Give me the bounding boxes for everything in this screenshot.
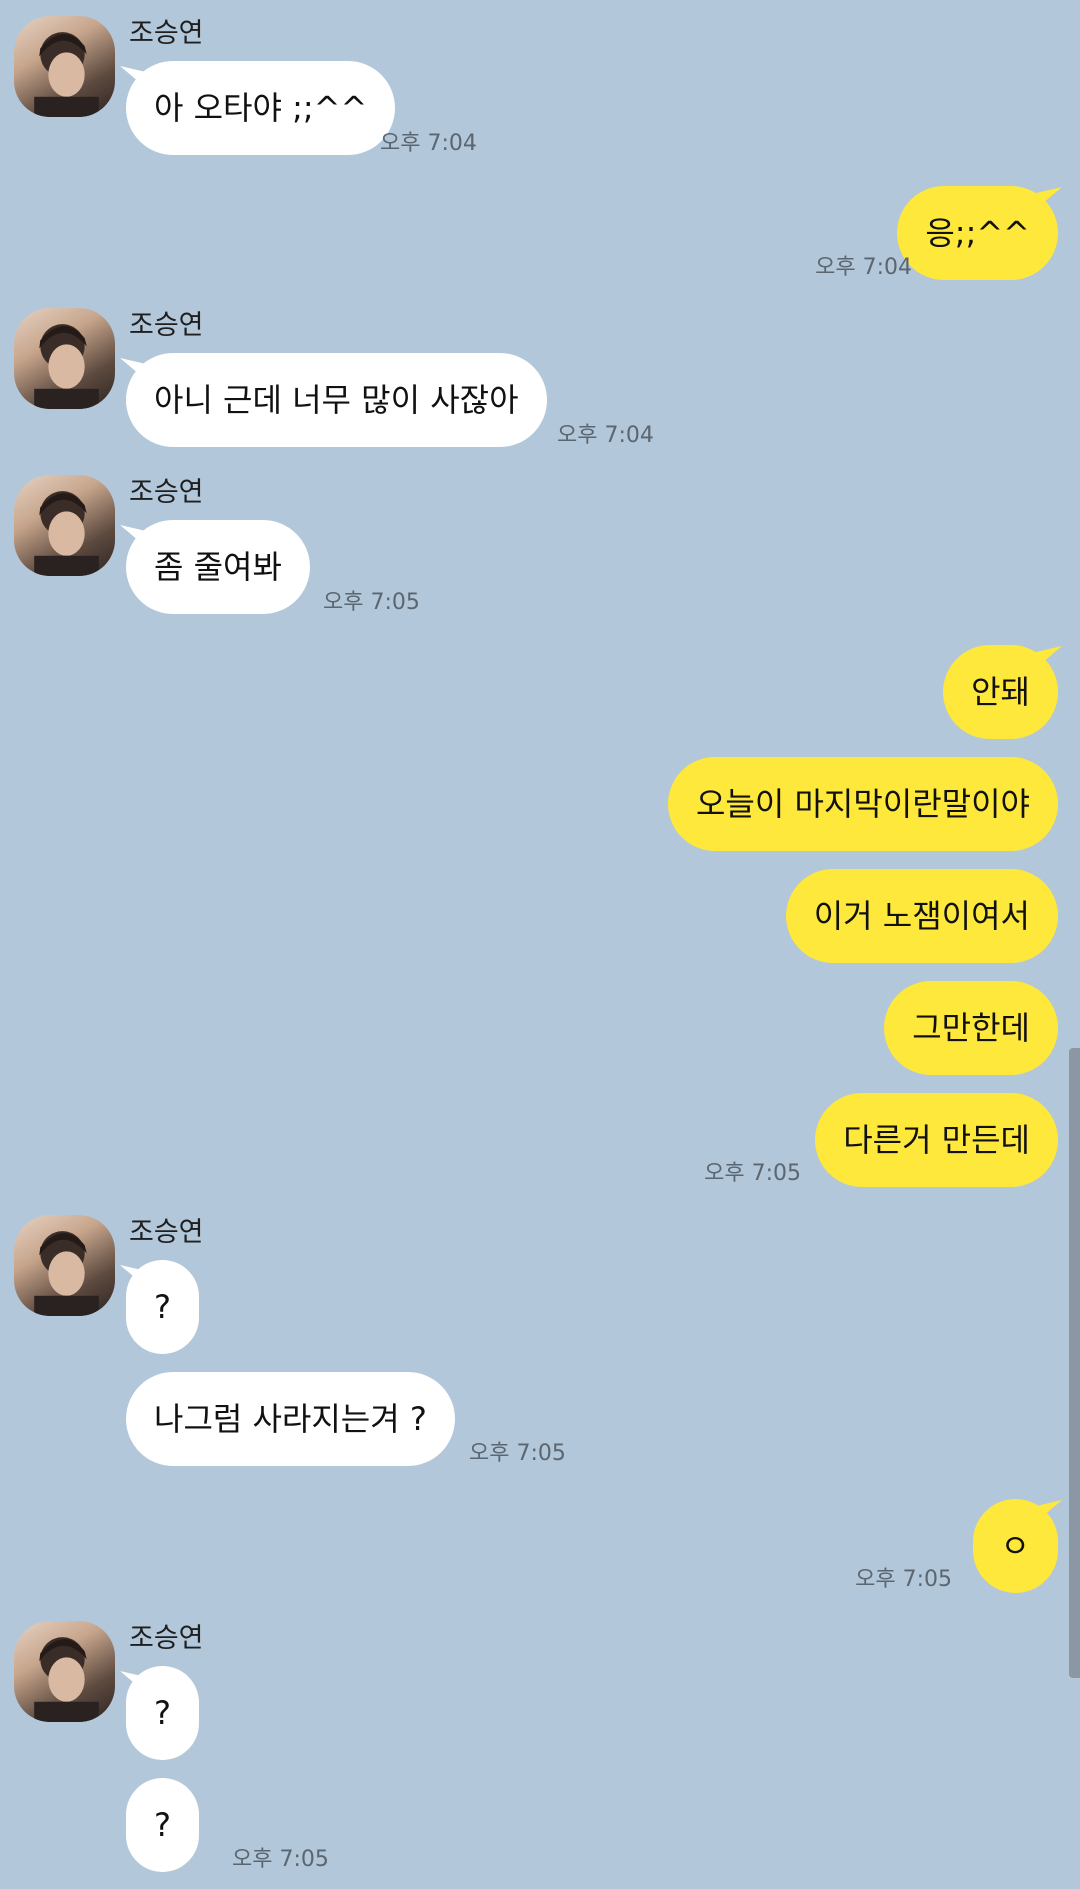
outgoing-message-bubble[interactable]: 이거 노잼이여서 [785, 869, 1058, 963]
sender-name: 조승연 [129, 1217, 204, 1248]
message-timestamp: 오후 7:05 [704, 1161, 801, 1186]
incoming-message-bubble[interactable]: ? [126, 1778, 199, 1872]
message-timestamp: 오후 7:04 [815, 255, 912, 280]
contact-avatar-icon[interactable] [14, 1621, 115, 1722]
incoming-message-bubble[interactable]: 나그럼 사라지는겨 ? [126, 1372, 455, 1466]
chat-message-list[interactable]: 조승연 아 오타야 ;;^^ 오후 7:04 응;;^^ 오후 7:04 조승연… [0, 0, 1080, 1889]
contact-avatar-icon[interactable] [14, 475, 115, 576]
incoming-message-bubble[interactable]: 아니 근데 너무 많이 사잖아 [126, 353, 547, 447]
incoming-message-bubble[interactable]: 아 오타야 ;;^^ [126, 61, 396, 155]
outgoing-message-bubble[interactable]: 그만한데 [884, 981, 1058, 1075]
message-timestamp: 오후 7:05 [855, 1567, 952, 1592]
sender-name: 조승연 [129, 310, 204, 341]
incoming-message-bubble[interactable]: 좀 줄여봐 [126, 520, 310, 614]
outgoing-message-bubble[interactable]: 안돼 [943, 645, 1058, 739]
outgoing-message-bubble[interactable]: 오늘이 마지막이란말이야 [667, 757, 1058, 851]
contact-avatar-icon[interactable] [14, 16, 115, 117]
contact-avatar-icon[interactable] [14, 1215, 115, 1316]
sender-name: 조승연 [129, 477, 204, 508]
contact-avatar-icon[interactable] [14, 308, 115, 409]
scrollbar[interactable] [1069, 1048, 1080, 1678]
incoming-message-bubble[interactable]: ? [126, 1666, 199, 1760]
outgoing-message-bubble[interactable]: 응;;^^ [897, 186, 1058, 280]
message-timestamp: 오후 7:04 [557, 423, 654, 448]
sender-name: 조승연 [129, 1623, 204, 1654]
message-timestamp: 오후 7:04 [380, 131, 477, 156]
outgoing-message-bubble[interactable]: ㅇ [972, 1499, 1058, 1593]
incoming-message-bubble[interactable]: ? [126, 1260, 199, 1354]
sender-name: 조승연 [129, 18, 204, 49]
message-timestamp: 오후 7:05 [323, 590, 420, 615]
message-timestamp: 오후 7:05 [469, 1441, 566, 1466]
message-timestamp: 오후 7:05 [232, 1847, 329, 1872]
outgoing-message-bubble[interactable]: 다른거 만든데 [815, 1093, 1058, 1187]
